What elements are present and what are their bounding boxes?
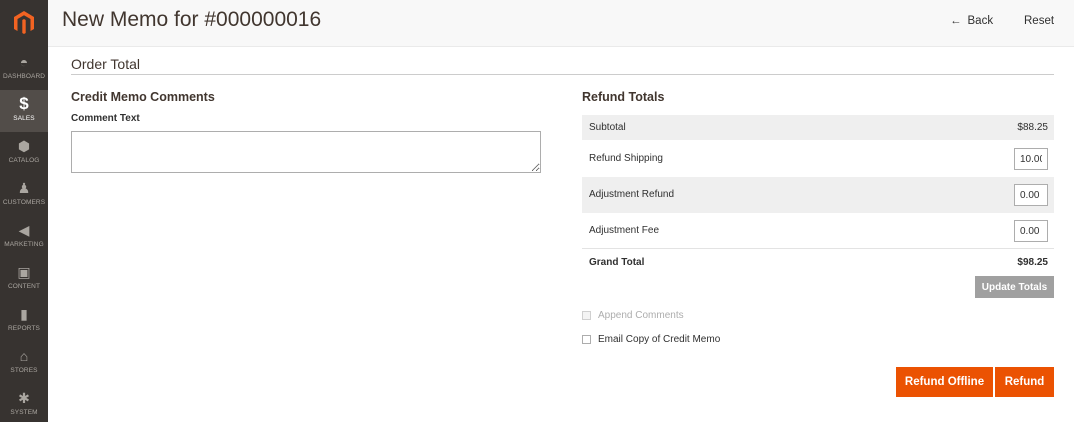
sidebar-item-sales[interactable]: $ SALES <box>0 90 48 132</box>
refund-totals-title: Refund Totals <box>582 90 665 104</box>
sidebar-item-catalog[interactable]: ⬢ CATALOG <box>0 132 48 174</box>
section-divider <box>71 74 1054 75</box>
adjustment-fee-input[interactable] <box>1014 220 1048 242</box>
layout-icon: ▣ <box>17 263 31 280</box>
reset-button[interactable]: Reset <box>1024 15 1054 27</box>
admin-sidebar: ◓ DASHBOARD $ SALES ⬢ CATALOG ♟ CUSTOMERS ◀ MARKE… <box>0 0 48 422</box>
email-copy-checkbox[interactable] <box>582 335 591 344</box>
adjustment-refund-row: Adjustment Refund <box>582 177 1054 213</box>
sidebar-item-label: SYSTEM <box>10 409 38 416</box>
sidebar-item-label: DASHBOARD <box>2 73 46 80</box>
subtotal-row: Subtotal $88.25 <box>582 115 1054 140</box>
refund-shipping-label: Refund Shipping <box>589 153 663 164</box>
comment-text-label: Comment Text <box>71 113 140 124</box>
append-comments-option[interactable]: Append Comments <box>582 310 684 321</box>
sidebar-item-label: STORES <box>10 367 38 374</box>
sidebar-item-marketing[interactable]: ◀ MARKETING <box>0 216 48 258</box>
adjustment-fee-label: Adjustment Fee <box>589 225 660 236</box>
sidebar-item-system[interactable]: ✱ SYSTEM <box>0 384 48 426</box>
refund-shipping-row: Refund Shipping <box>582 141 1054 177</box>
person-icon: ♟ <box>17 179 31 196</box>
refund-shipping-input[interactable] <box>1014 148 1048 170</box>
back-button[interactable]: ← Back <box>950 15 993 27</box>
page-title: New Memo for #000000016 <box>62 8 322 31</box>
sidebar-item-label: REPORTS <box>7 325 40 332</box>
page-header: New Memo for #000000016 ← Back Reset <box>48 0 1074 47</box>
sidebar-item-label: MARKETING <box>4 241 44 248</box>
grand-total-value: $98.25 <box>1017 257 1048 268</box>
sidebar-item-reports[interactable]: ▮ REPORTS <box>0 300 48 342</box>
megaphone-icon: ◀ <box>18 221 30 238</box>
grand-total-label: Grand Total <box>589 257 645 268</box>
sidebar-item-label: CATALOG <box>8 157 40 164</box>
comment-text-input[interactable] <box>71 131 541 173</box>
refund-offline-button[interactable]: Refund Offline <box>896 367 993 397</box>
adjustment-refund-label: Adjustment Refund <box>589 189 675 200</box>
back-label: Back <box>967 15 994 27</box>
sidebar-item-label: CUSTOMERS <box>2 199 46 206</box>
bar-chart-icon: ▮ <box>20 305 28 322</box>
dollar-icon: $ <box>19 94 29 113</box>
sidebar-item-content[interactable]: ▣ CONTENT <box>0 258 48 300</box>
sidebar-item-dashboard[interactable]: ◓ DASHBOARD <box>0 48 48 90</box>
sidebar-item-stores[interactable]: ⌂ STORES <box>0 342 48 384</box>
adjustment-fee-row: Adjustment Fee <box>582 213 1054 249</box>
update-totals-button[interactable]: Update Totals <box>975 276 1054 298</box>
cube-icon: ⬢ <box>17 137 31 154</box>
order-total-title: Order Total <box>71 56 140 72</box>
adjustment-refund-input[interactable] <box>1014 184 1048 206</box>
sidebar-item-label: CONTENT <box>7 283 41 290</box>
magento-logo[interactable] <box>0 0 48 46</box>
gear-icon: ✱ <box>18 389 30 406</box>
refund-button[interactable]: Refund <box>995 367 1054 397</box>
gauge-icon: ◓ <box>19 54 29 70</box>
storefront-icon: ⌂ <box>19 348 29 364</box>
sidebar-item-label: SALES <box>13 115 35 122</box>
row-divider <box>582 248 1054 249</box>
magento-logo-icon <box>14 11 34 34</box>
email-copy-option[interactable]: Email Copy of Credit Memo <box>582 334 720 345</box>
credit-memo-comments-title: Credit Memo Comments <box>71 90 215 104</box>
grand-total-row: Grand Total $98.25 <box>582 250 1054 275</box>
sidebar-item-customers[interactable]: ♟ CUSTOMERS <box>0 174 48 216</box>
append-comments-label: Append Comments <box>598 310 684 321</box>
append-comments-checkbox[interactable] <box>582 311 591 320</box>
back-arrow-icon: ← <box>950 15 962 27</box>
subtotal-value: $88.25 <box>1017 122 1048 133</box>
subtotal-label: Subtotal <box>589 122 626 133</box>
email-copy-label: Email Copy of Credit Memo <box>598 334 721 345</box>
